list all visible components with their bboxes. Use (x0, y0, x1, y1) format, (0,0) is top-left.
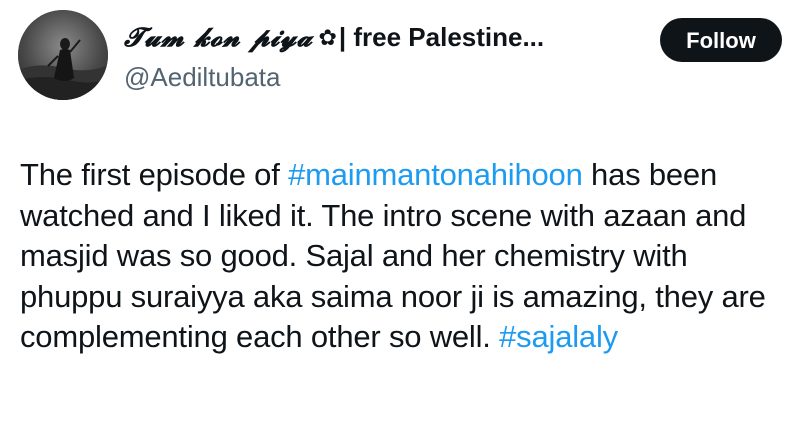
hashtag-link[interactable]: #sajalaly (499, 319, 618, 354)
tweet-text: The first episode of #mainmantonahihoon … (20, 155, 790, 358)
flower-icon: ✿ (318, 25, 337, 50)
avatar-photo-icon (18, 10, 108, 100)
tweet-text-part: The first episode of (20, 157, 289, 192)
hashtag-link[interactable]: #mainmantonahihoon (288, 157, 583, 192)
tweet-card: 𝓣𝓾𝓶 𝓴𝓸𝓷 𝓹𝓲𝔂𝓪 ✿| free Palestine... @Aedilt… (0, 0, 800, 439)
avatar[interactable] (18, 10, 108, 100)
author-handle[interactable]: @Aediltubata (124, 60, 281, 94)
author-name[interactable]: 𝓣𝓾𝓶 𝓴𝓸𝓷 𝓹𝓲𝔂𝓪 ✿| free Palestine... (124, 20, 544, 55)
display-name: 𝓣𝓾𝓶 𝓴𝓸𝓷 𝓹𝓲𝔂𝓪 (124, 23, 313, 53)
display-name-suffix: | free Palestine... (338, 22, 545, 52)
follow-button[interactable]: Follow (660, 18, 782, 62)
